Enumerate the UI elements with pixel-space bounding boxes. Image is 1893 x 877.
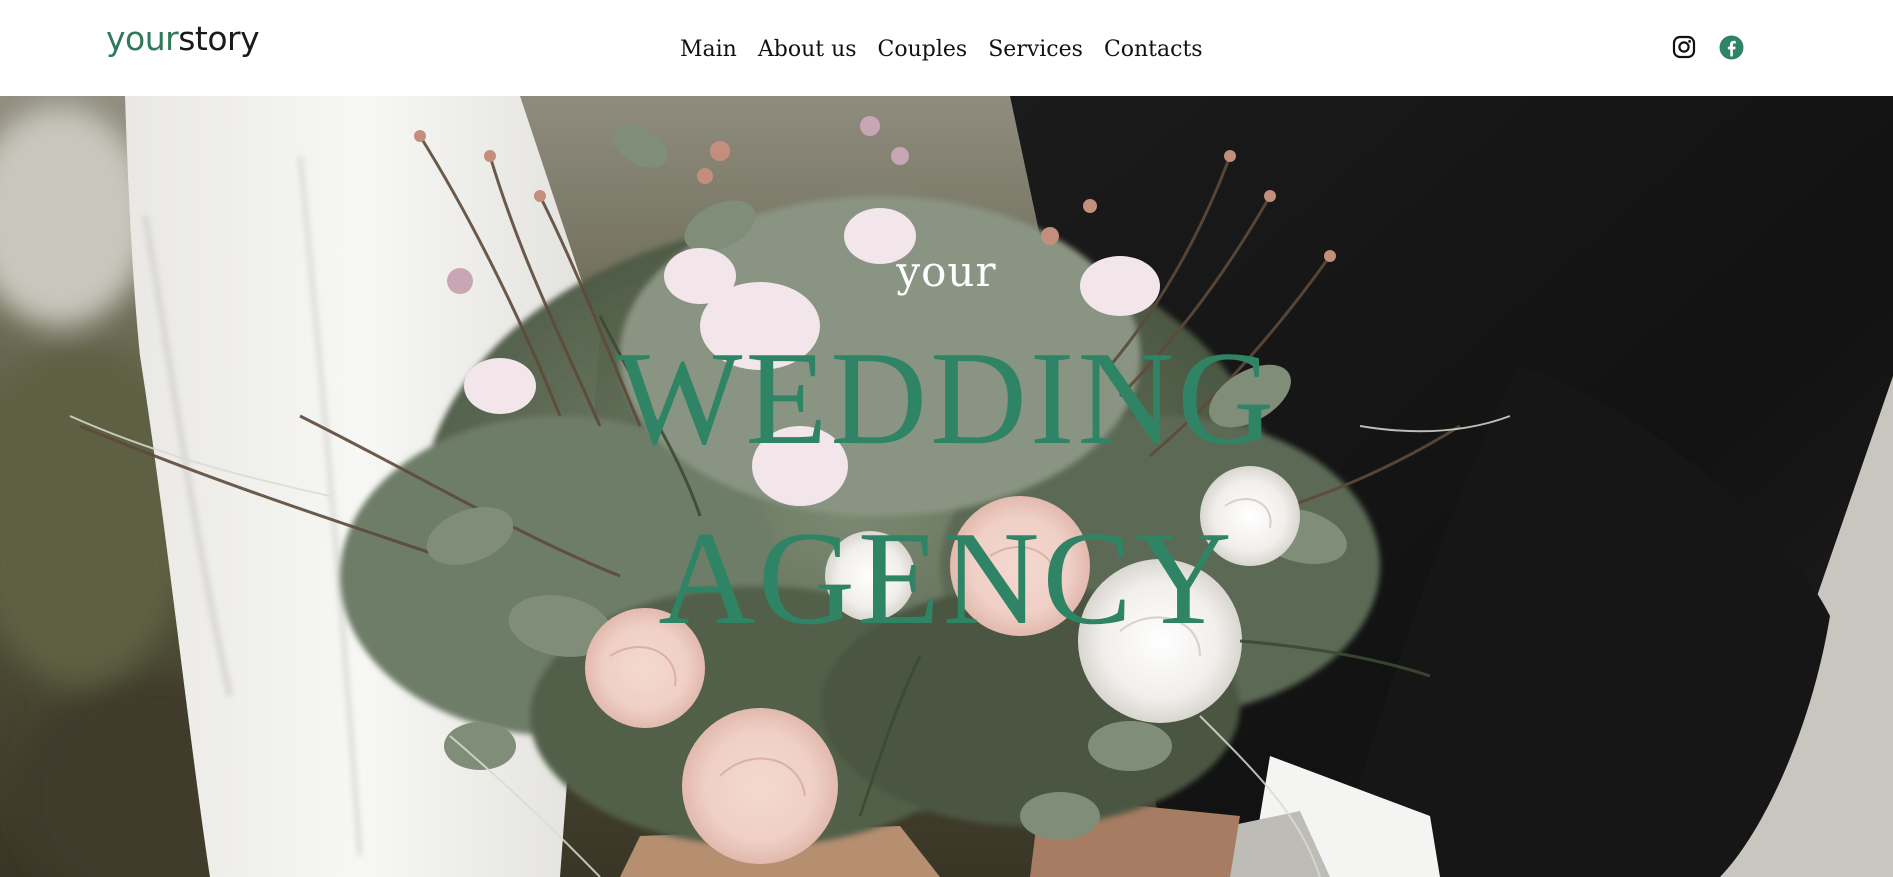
- site-logo[interactable]: yourstory: [106, 19, 260, 58]
- hero-title-line-1: WEDDING: [615, 324, 1278, 472]
- hero-title-line-2: AGENCY: [658, 504, 1235, 652]
- nav-about-us[interactable]: About us: [758, 36, 857, 64]
- logo-word-your: your: [106, 19, 179, 58]
- main-nav: Main About us Couples Services Contacts: [680, 36, 1203, 64]
- hero-banner: your WEDDING AGENCY: [0, 96, 1893, 877]
- logo-word-story: story: [178, 19, 260, 58]
- nav-services[interactable]: Services: [988, 36, 1083, 64]
- nav-main[interactable]: Main: [680, 36, 737, 64]
- facebook-icon[interactable]: [1719, 35, 1744, 60]
- site-header: yourstory Main About us Couples Services…: [0, 0, 1893, 96]
- hero-kicker: your: [896, 247, 997, 296]
- nav-contacts[interactable]: Contacts: [1104, 36, 1203, 64]
- hero-background-photo: [0, 96, 1893, 877]
- instagram-icon[interactable]: [1672, 35, 1696, 59]
- nav-couples[interactable]: Couples: [878, 36, 968, 64]
